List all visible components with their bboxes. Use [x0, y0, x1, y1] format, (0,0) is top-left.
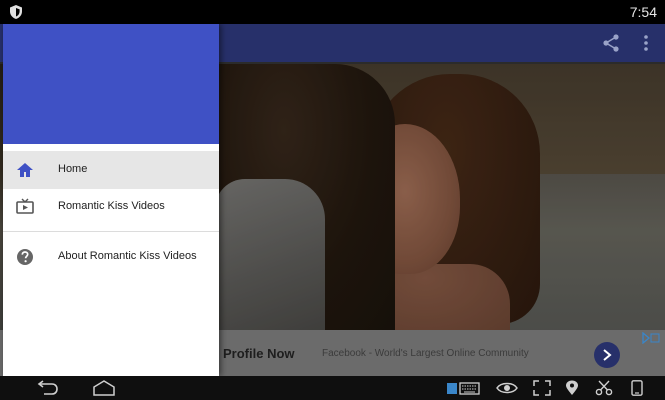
drawer-item-label: Romantic Kiss Videos: [58, 200, 165, 212]
fullscreen-icon[interactable]: [533, 380, 551, 396]
eye-icon[interactable]: [495, 380, 519, 396]
ad-title[interactable]: Profile Now: [223, 346, 295, 361]
help-icon: [17, 249, 33, 265]
home-outline-icon[interactable]: [92, 380, 116, 396]
back-icon[interactable]: [34, 380, 60, 396]
drawer-item-label: Home: [58, 163, 88, 175]
status-time: 7:54: [629, 4, 657, 20]
tv-icon: [16, 198, 34, 214]
shield-icon: [10, 5, 22, 19]
location-icon[interactable]: [565, 380, 579, 396]
drawer-header: [3, 24, 219, 144]
drawer-item-romantic-kiss-videos[interactable]: Romantic Kiss Videos: [3, 188, 219, 226]
ad-go-button[interactable]: [594, 342, 620, 368]
more-vertical-icon[interactable]: [643, 33, 649, 53]
navigation-drawer: Home Romantic Kiss Videos About Romantic…: [3, 24, 219, 376]
drawer-divider: [3, 231, 219, 232]
drawer-item-about[interactable]: About Romantic Kiss Videos: [3, 238, 219, 276]
rotate-icon[interactable]: [630, 380, 644, 396]
status-bar: 7:54: [0, 0, 665, 24]
home-icon: [17, 163, 33, 177]
system-nav-bar: [0, 376, 665, 400]
scissors-icon[interactable]: [595, 380, 613, 396]
keyboard-icon[interactable]: [446, 380, 480, 396]
adchoices-icon[interactable]: [641, 332, 661, 344]
drawer-item-label: About Romantic Kiss Videos: [58, 250, 197, 262]
arrow-right-icon: [603, 349, 612, 361]
drawer-item-home[interactable]: Home: [3, 151, 219, 189]
share-icon[interactable]: [601, 33, 621, 53]
ad-subtitle: Facebook - World's Largest Online Commun…: [322, 348, 529, 359]
